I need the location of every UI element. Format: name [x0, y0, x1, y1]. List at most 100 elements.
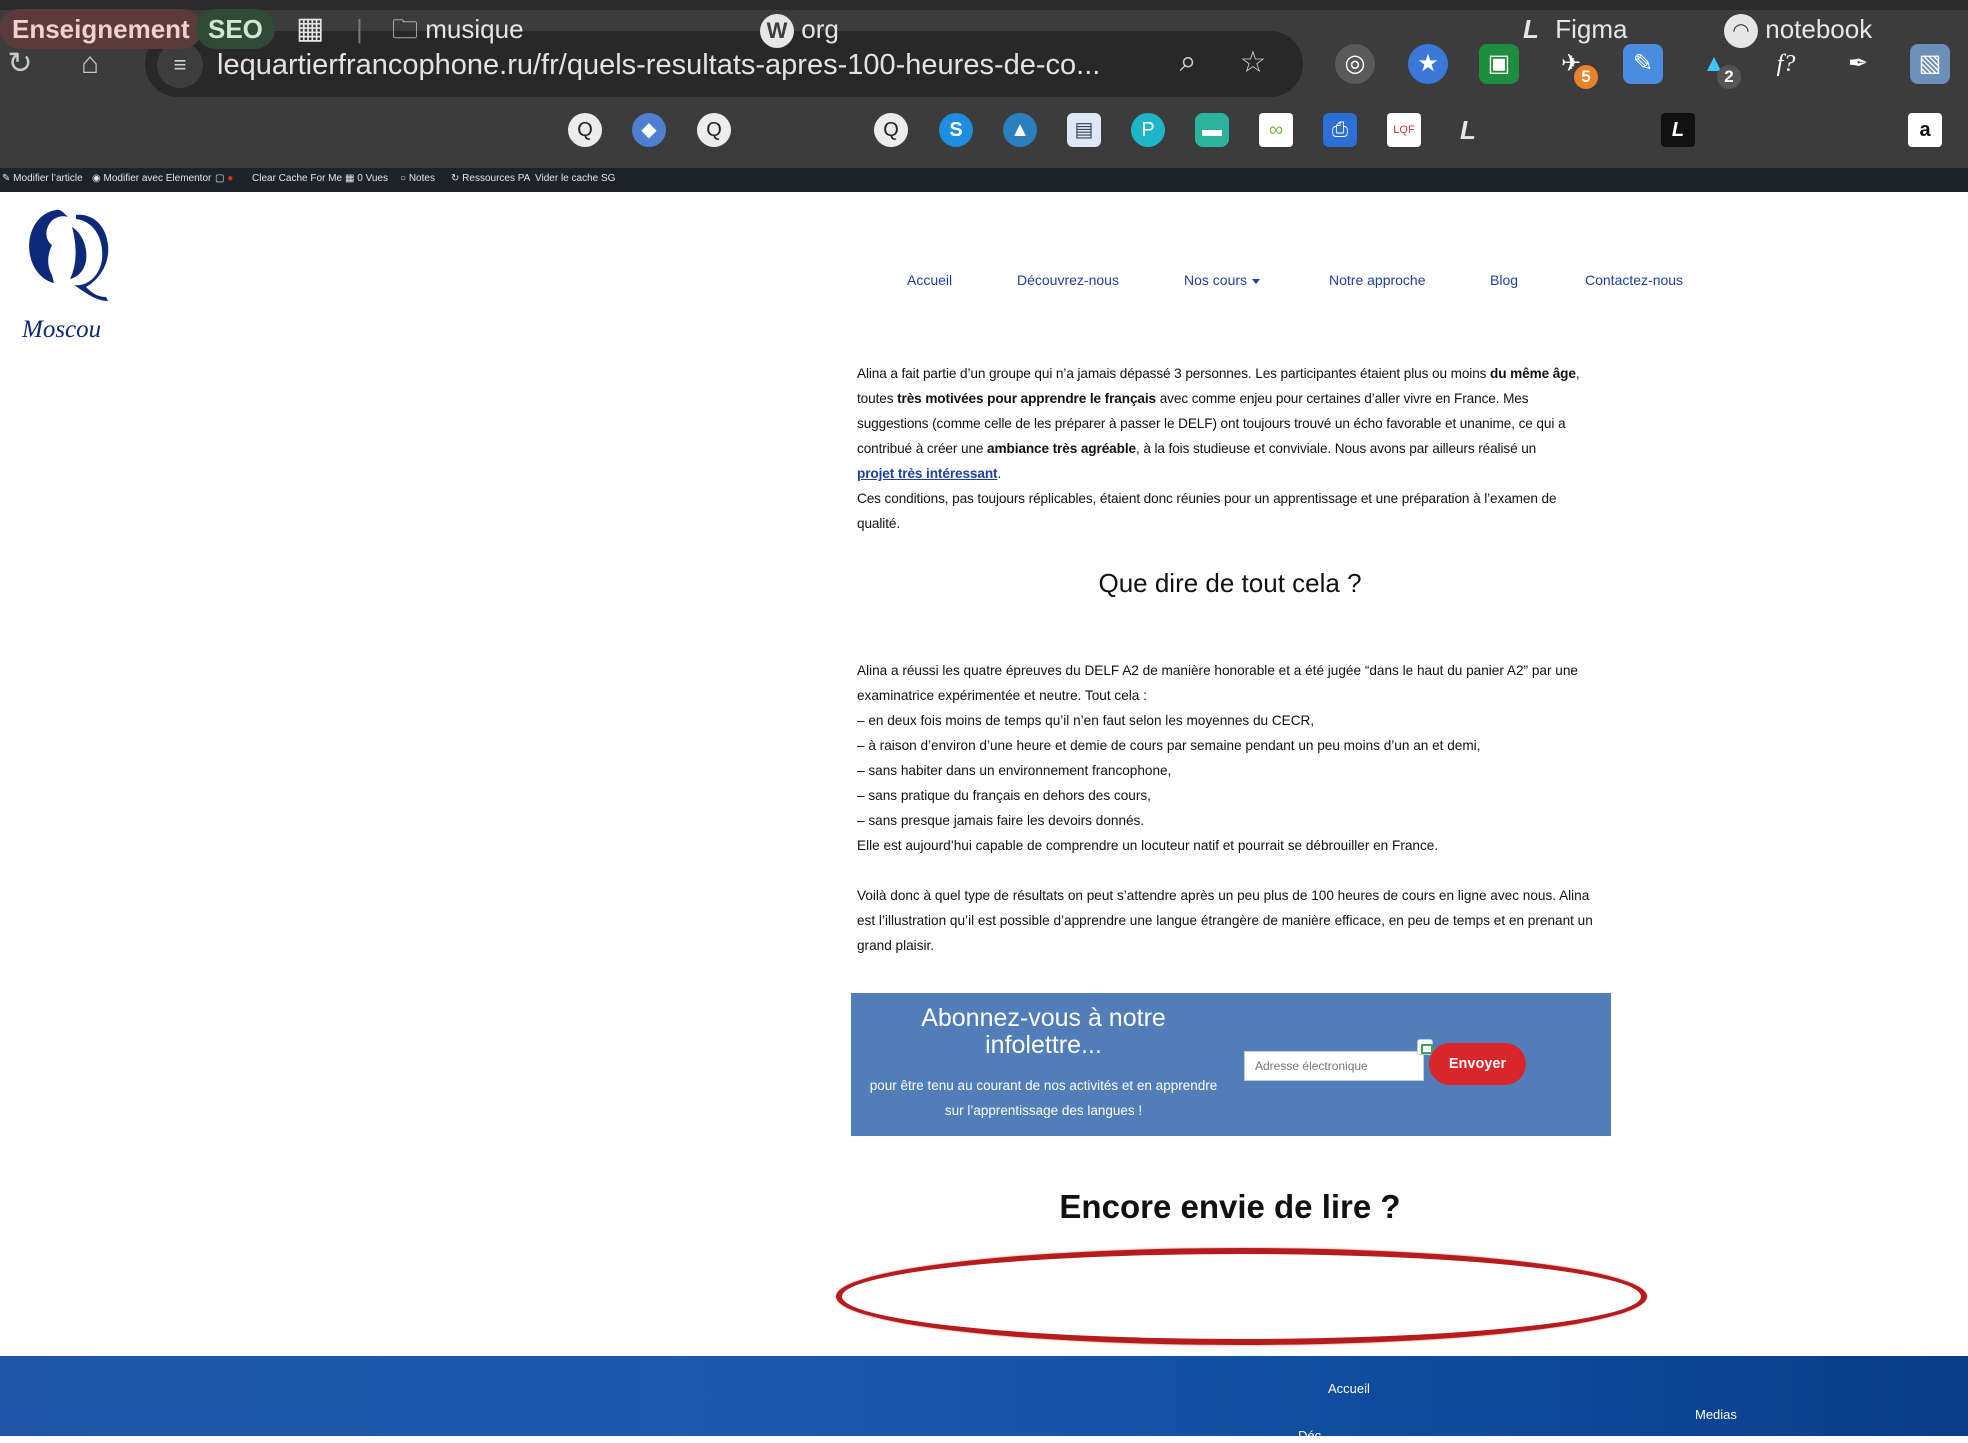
- reload-icon[interactable]: ↻: [4, 48, 36, 80]
- bookmark-folder-seo[interactable]: SEO: [196, 9, 275, 49]
- footer-link-accueil[interactable]: Accueil: [1328, 1381, 1370, 1396]
- logo-city-text[interactable]: Moscou: [22, 316, 101, 344]
- star-badge-icon[interactable]: ★: [1408, 44, 1448, 84]
- caret-down-icon: [1252, 278, 1261, 284]
- email-field[interactable]: [1244, 1051, 1424, 1081]
- text-run: Alina a fait partie d’un groupe qui n’a …: [857, 366, 1491, 381]
- infinity-icon[interactable]: ∞: [1259, 113, 1293, 147]
- lqf-logo-icon[interactable]: LQF: [1387, 113, 1421, 147]
- bookmark-wordpress-org[interactable]: W org: [760, 9, 839, 49]
- bookmark-notebook[interactable]: ◠ notebook: [1724, 9, 1872, 49]
- folder-icon: 🗀: [392, 14, 419, 44]
- site-footer: Accueil Medias Déc: [0, 1356, 1968, 1443]
- bookmark-label: musique: [425, 14, 524, 44]
- skype-icon[interactable]: S: [939, 113, 973, 147]
- font-query-icon[interactable]: f?: [1766, 44, 1806, 84]
- admin-item-clear-cache[interactable]: Clear Cache For Me: [252, 173, 342, 184]
- status-dot-icon: ●: [227, 173, 234, 184]
- newsletter-title: Abonnez-vous à notre infolettre...: [921, 1004, 1166, 1059]
- bookmark-label: Figma: [1555, 14, 1628, 44]
- footer-link-medias[interactable]: Medias: [1695, 1407, 1737, 1422]
- list-item: – en deux fois moins de temps qu’il n’en…: [857, 713, 1315, 728]
- url-text[interactable]: lequartierfrancophone.ru/fr/quels-result…: [217, 49, 1167, 82]
- admin-item-edit-post[interactable]: ✎ Modifier l’article: [2, 173, 83, 184]
- paragraph-group-description: Alina a fait partie d’un groupe qui n’a …: [857, 361, 1597, 486]
- notebooklm-icon: ◠: [1724, 14, 1758, 49]
- paragraph-spacer: [857, 858, 1597, 883]
- amazon-icon[interactable]: a: [1908, 113, 1942, 147]
- bookmark-folder-enseignement[interactable]: Enseignement: [0, 9, 202, 49]
- nav-nos-cours[interactable]: Nos cours: [1184, 272, 1261, 288]
- wave-app-icon[interactable]: ▲: [1003, 113, 1037, 147]
- quill-logo-icon[interactable]: Q: [568, 113, 602, 147]
- submit-newsletter-button[interactable]: Envoyer: [1429, 1043, 1526, 1085]
- nav-accueil[interactable]: Accueil: [907, 272, 952, 288]
- bookmark-figma[interactable]: L Figma: [1514, 9, 1627, 49]
- extension-badge-count: 5: [1574, 65, 1598, 89]
- globe-icon[interactable]: ◎: [1335, 44, 1375, 84]
- chat-bubbles-icon[interactable]: ▬: [1195, 113, 1229, 147]
- admin-item-resources[interactable]: ↻ Ressources PA: [451, 173, 530, 184]
- bookmark-folder-musique[interactable]: 🗀 musique: [392, 9, 524, 49]
- quill-logo-icon[interactable]: Q: [874, 113, 908, 147]
- list-item: – sans pratique du français en dehors de…: [857, 788, 1151, 803]
- admin-item-notes[interactable]: ○ Notes: [400, 173, 435, 184]
- home-icon[interactable]: ⌂: [74, 48, 106, 80]
- text-run: .: [997, 466, 1002, 481]
- nav-blog[interactable]: Blog: [1490, 272, 1518, 288]
- paragraph-conditions: Ces conditions, pas toujours réplicables…: [857, 491, 1557, 531]
- admin-item-sg-cache[interactable]: Vider le cache SG: [535, 173, 615, 184]
- admin-item-label: 0 Vues: [357, 173, 388, 184]
- nav-decouvrez-nous[interactable]: Découvrez-nous: [1017, 272, 1119, 288]
- admin-item-views[interactable]: ▦ 0 Vues: [345, 173, 388, 184]
- list-item: – à raison d’environ d’une heure et demi…: [857, 738, 1481, 753]
- robot-face-icon[interactable]: ▣: [1479, 44, 1519, 84]
- newsletter-box: Abonnez-vous à notre infolettre... pour …: [851, 993, 1611, 1136]
- nav-contactez-nous[interactable]: Contactez-nous: [1585, 272, 1683, 288]
- bookmarks-separator: |: [356, 14, 363, 44]
- l-dark-logo-icon[interactable]: L: [1661, 113, 1695, 147]
- admin-item-label: Modifier l’article: [13, 173, 83, 184]
- read-more-heading: Encore envie de lire ?: [1059, 1188, 1401, 1225]
- newsletter-description: pour être tenu au courant de nos activit…: [869, 1078, 1218, 1118]
- bold-text: du même âge: [1490, 366, 1576, 381]
- apps-grid-icon[interactable]: ▦: [296, 9, 324, 49]
- list-item: – sans habiter dans un environnement fra…: [857, 763, 1172, 778]
- paragraph-ability: Elle est aujourd’hui capable de comprend…: [857, 838, 1439, 853]
- bookmark-star-icon[interactable]: ☆: [1235, 45, 1271, 80]
- edit-square-icon[interactable]: ✎: [1623, 44, 1663, 84]
- printer-app-icon[interactable]: ⎙: [1323, 113, 1357, 147]
- paragraph-results-intro: Alina a réussi les quatre épreuves du DE…: [857, 663, 1578, 703]
- admin-item-label: Modifier avec Elementor: [103, 173, 212, 184]
- bookmark-label: org: [801, 14, 839, 44]
- admin-item-yoast[interactable]: ▢ ●: [215, 173, 233, 184]
- admin-item-elementor[interactable]: ◉ Modifier avec Elementor: [92, 173, 211, 184]
- l-logo-icon: L: [1523, 14, 1539, 44]
- admin-item-label: Notes: [408, 173, 435, 184]
- wordpress-icon: W: [760, 14, 794, 49]
- article-paragraph: Alina a fait partie d’un groupe qui n’a …: [857, 361, 1597, 536]
- cloud-p-icon[interactable]: P: [1131, 113, 1165, 147]
- l-logo-icon[interactable]: L: [1451, 113, 1485, 147]
- graduation-cap-icon[interactable]: ◆: [632, 113, 666, 147]
- site-logo-icon[interactable]: [16, 205, 116, 305]
- bold-text: ambiance très agréable: [987, 441, 1136, 456]
- autofill-icon[interactable]: [1417, 1039, 1433, 1055]
- wp-admin-bar: ✎ Modifier l’article ◉ Modifier avec Ele…: [0, 168, 1968, 192]
- section-heading: Que dire de tout cela ?: [1098, 568, 1362, 598]
- zoom-search-icon[interactable]: ⌕: [1170, 45, 1206, 79]
- eyedropper-icon[interactable]: ✒: [1838, 44, 1878, 84]
- quill-logo-icon[interactable]: Q: [697, 113, 731, 147]
- bold-text: très motivées pour apprendre le français: [897, 391, 1157, 406]
- list-item: – sans presque jamais faire les devoirs …: [857, 813, 1145, 828]
- admin-item-label: Ressources PA: [462, 173, 531, 184]
- image-viewer-icon[interactable]: ▧: [1910, 44, 1950, 84]
- project-link[interactable]: projet très intéressant: [857, 466, 998, 481]
- extension-badge-count: 2: [1717, 65, 1741, 89]
- paragraph-conclusion: Voilà donc à quel type de résultats on p…: [857, 888, 1593, 953]
- nav-notre-approche[interactable]: Notre approche: [1329, 272, 1426, 288]
- annotation-ellipse: [836, 1248, 1647, 1345]
- text-run: , à la fois studieuse et conviviale. Nou…: [1135, 441, 1537, 456]
- article-results: Alina a réussi les quatre épreuves du DE…: [857, 658, 1597, 958]
- calendar-icon[interactable]: ▤: [1067, 113, 1101, 147]
